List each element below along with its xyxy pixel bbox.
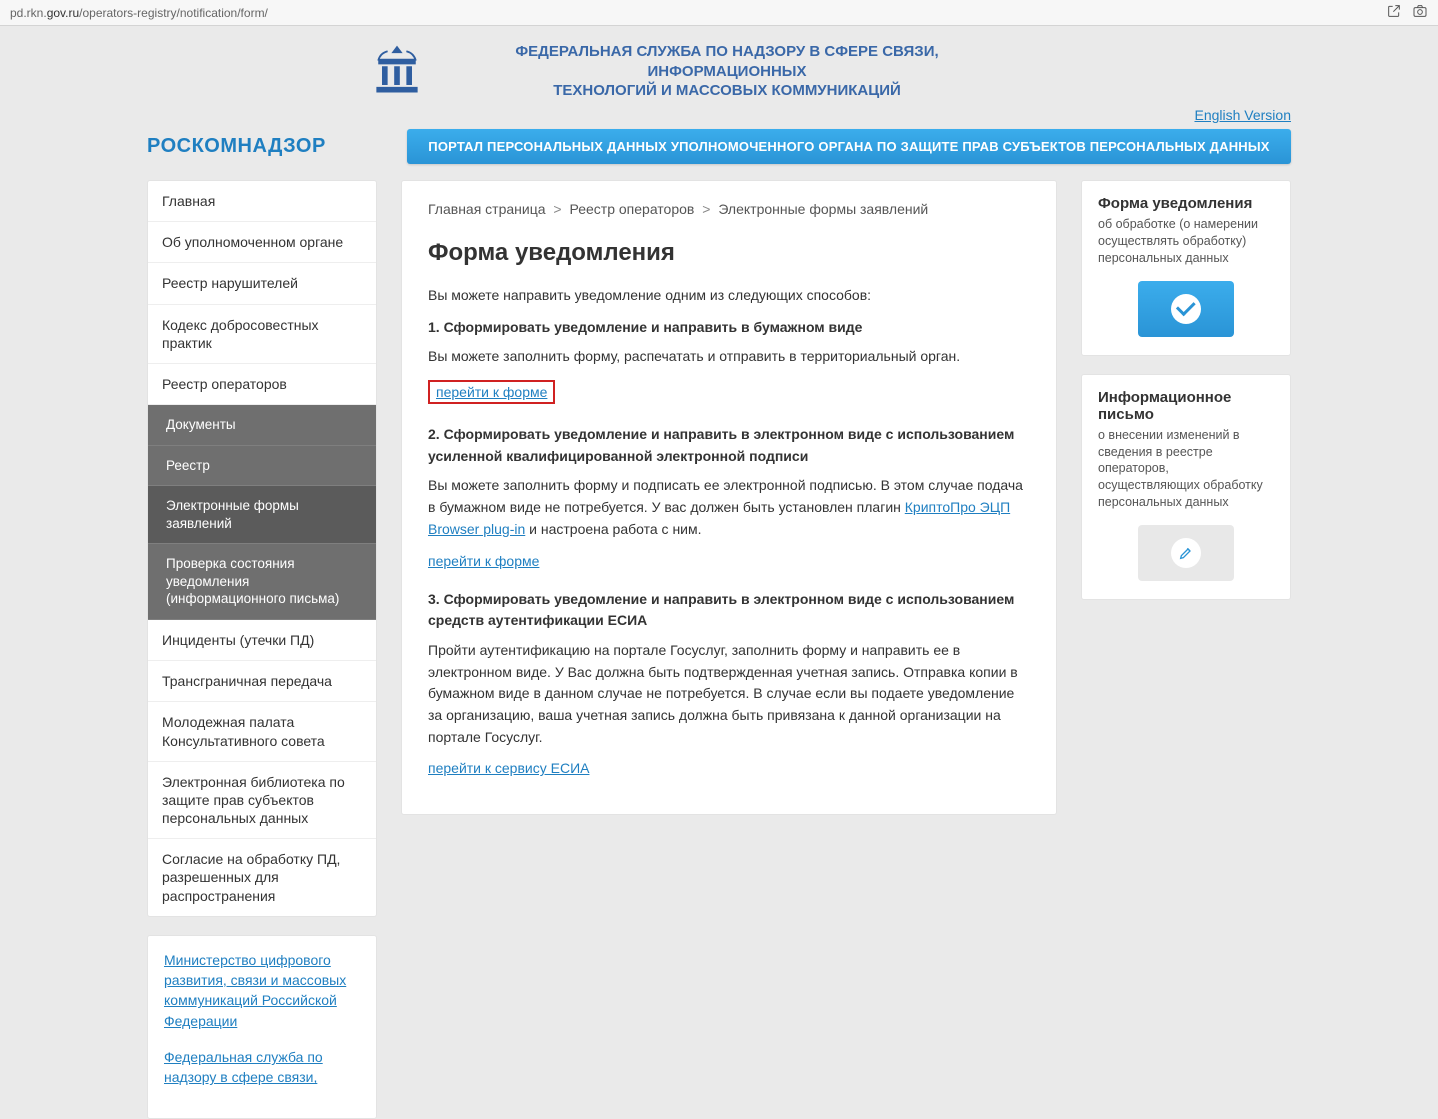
browser-address-bar: pd.rkn.gov.ru/operators-registry/notific… [0,0,1438,26]
agency-title: ФЕДЕРАЛЬНАЯ СЛУЖБА ПО НАДЗОРУ В СФЕРЕ СВ… [447,42,1007,101]
link-federal-service[interactable]: Федеральная служба по надзору в сфере св… [164,1049,323,1085]
section-3-text: Пройти аутентификацию на портале Госуслу… [428,640,1030,748]
go-to-form-link-paper[interactable]: перейти к форме [428,380,555,404]
submenu-item-electronic-forms[interactable]: Электронные формы заявлений [148,486,376,544]
right-card-1-sub: об обработке (о намерении осуществлять о… [1098,216,1274,267]
breadcrumb: Главная страница > Реестр операторов > Э… [428,201,1030,217]
right-card-2-title: Информационное письмо [1098,389,1274,423]
breadcrumb-registry[interactable]: Реестр операторов [570,201,695,217]
section-1-text: Вы можете заполнить форму, распечатать и… [428,346,1030,368]
breadcrumb-sep: > [553,201,561,217]
link-ministry-digital[interactable]: Министерство цифрового развития, связи и… [164,952,346,1029]
menu-item-about-authority[interactable]: Об уполномоченном органе [148,222,376,263]
go-to-esia-link[interactable]: перейти к сервису ЕСИА [428,760,589,776]
english-version-link[interactable]: English Version [1194,107,1291,123]
url-display: pd.rkn.gov.ru/operators-registry/notific… [10,6,1386,20]
right-card-info-letter[interactable]: Информационное письмо о внесении изменен… [1081,374,1291,600]
submenu-item-check-status[interactable]: Проверка состояния уведомления (информац… [148,544,376,620]
url-suffix: /operators-registry/notification/form/ [79,6,268,20]
section-2-text-b: и настроена работа с ним. [525,521,701,537]
intro-text: Вы можете направить уведомление одним из… [428,285,1030,307]
menu-item-best-practices-code[interactable]: Кодекс добросовестных практик [148,305,376,364]
submenu-operators-registry: Документы Реестр Электронные формы заявл… [148,405,376,620]
section-2-text: Вы можете заполнить форму и подписать ее… [428,475,1030,540]
section-3-heading: 3. Сформировать уведомление и направить … [428,589,1030,632]
section-1-heading: 1. Сформировать уведомление и направить … [428,317,1030,339]
url-gov: gov.ru [47,6,79,20]
right-card-1-title: Форма уведомления [1098,195,1274,212]
menu-item-youth-chamber[interactable]: Молодежная палата Консультативного совет… [148,702,376,761]
agency-title-line2: ТЕХНОЛОГИЙ И МАССОВЫХ КОММУНИКАЦИЙ [447,81,1007,101]
menu-item-crossborder[interactable]: Трансграничная передача [148,661,376,702]
breadcrumb-home[interactable]: Главная страница [428,201,546,217]
breadcrumb-current: Электронные формы заявлений [718,201,928,217]
agency-title-line1: ФЕДЕРАЛЬНАЯ СЛУЖБА ПО НАДЗОРУ В СФЕРЕ СВ… [447,42,1007,81]
portal-banner: ПОРТАЛ ПЕРСОНАЛЬНЫХ ДАННЫХ УПОЛНОМОЧЕННО… [407,129,1291,164]
menu-item-elibrary[interactable]: Электронная библиотека по защите прав су… [148,762,376,840]
submenu-item-registry[interactable]: Реестр [148,446,376,487]
submenu-item-documents[interactable]: Документы [148,405,376,446]
page-title: Форма уведомления [428,239,1030,267]
section-2-heading: 2. Сформировать уведомление и направить … [428,424,1030,467]
check-badge-icon [1138,281,1234,337]
content-card: Главная страница > Реестр операторов > Э… [401,180,1057,815]
emblem-icon [367,40,427,103]
menu-item-violators-registry[interactable]: Реестр нарушителей [148,263,376,304]
breadcrumb-sep: > [702,201,710,217]
menu-item-operators-registry[interactable]: Реестр операторов [148,364,376,405]
site-logo[interactable]: РОСКОМНАДЗОР [147,129,377,158]
right-card-notification-form[interactable]: Форма уведомления об обработке (о намере… [1081,180,1291,356]
open-external-icon[interactable] [1386,3,1402,22]
camera-icon[interactable] [1412,3,1428,22]
go-to-form-link-esign[interactable]: перейти к форме [428,553,539,569]
menu-item-home[interactable]: Главная [148,181,376,222]
menu-item-consent[interactable]: Согласие на обработку ПД, разрешенных дл… [148,839,376,916]
edit-badge-icon [1138,525,1234,581]
right-card-2-sub: о внесении изменений в сведения в реестр… [1098,427,1274,511]
menu-item-incidents[interactable]: Инциденты (утечки ПД) [148,620,376,661]
url-prefix: pd.rkn. [10,6,47,20]
main-menu: Главная Об уполномоченном органе Реестр … [147,180,377,917]
external-links-panel: Министерство цифрового развития, связи и… [147,935,377,1119]
